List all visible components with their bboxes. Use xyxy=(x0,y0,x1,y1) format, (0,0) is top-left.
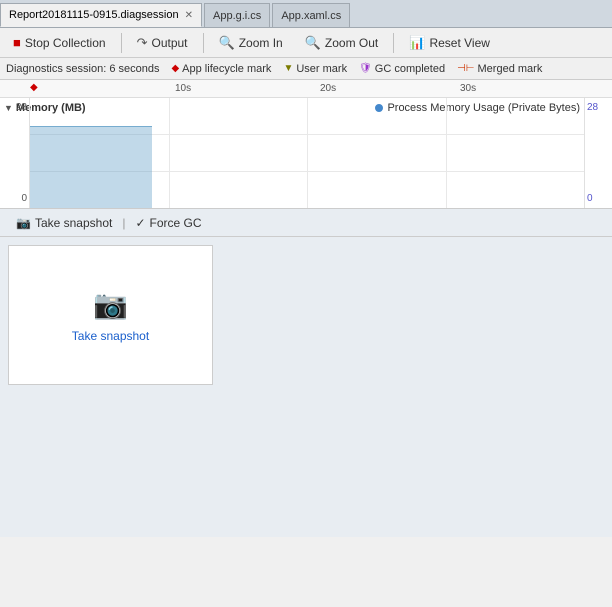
camera-small-icon: 📷 xyxy=(16,216,31,230)
zoom-out-button[interactable]: 🔍 Zoom Out xyxy=(296,31,388,55)
reset-view-icon: 📊 xyxy=(409,35,425,51)
reset-view-button[interactable]: 📊 Reset View xyxy=(400,31,499,55)
timeline-diamond: ◆ xyxy=(30,82,38,93)
reset-view-label: Reset View xyxy=(429,36,489,50)
legend-app-lifecycle: ◆ App lifecycle mark xyxy=(171,63,271,75)
legend-merged-label: Merged mark xyxy=(478,63,543,75)
tab-diagsession[interactable]: Report20181115-0915.diagsession ✕ xyxy=(0,3,202,27)
take-snapshot-toolbar-btn[interactable]: 📷 Take snapshot xyxy=(8,211,120,235)
legend-merged-mark: ⊣⊢ Merged mark xyxy=(457,63,542,75)
zoom-out-label: Zoom Out xyxy=(325,36,378,50)
ruler-10s: 10s xyxy=(175,83,191,94)
toolbar-sep-3 xyxy=(393,33,394,53)
snap-separator: | xyxy=(122,216,125,230)
chart-inner xyxy=(30,98,584,208)
toolbar-sep-2 xyxy=(203,33,204,53)
shield-icon: 🛡 xyxy=(359,63,372,74)
grid-v-1 xyxy=(169,98,170,208)
output-icon: ↷ xyxy=(137,35,148,51)
timeline-ruler: ◆ 10s 20s 30s xyxy=(0,80,612,98)
legend-gc-label: GC completed xyxy=(375,63,445,75)
stop-collection-button[interactable]: ■ Stop Collection xyxy=(4,31,115,55)
y-min-left: 0 xyxy=(2,193,27,204)
y-max-right: 28 xyxy=(587,102,610,113)
zoom-in-label: Zoom In xyxy=(239,36,283,50)
take-snapshot-link[interactable]: Take snapshot xyxy=(72,329,149,343)
ruler-30s: 30s xyxy=(460,83,476,94)
legend-app-lifecycle-label: App lifecycle mark xyxy=(182,63,271,75)
force-gc-label: Force GC xyxy=(150,216,202,230)
status-bar: Diagnostics session: 6 seconds ◆ App lif… xyxy=(0,58,612,80)
toolbar-sep-1 xyxy=(121,33,122,53)
y-min-right: 0 xyxy=(587,193,610,204)
tab-appgi-label: App.g.i.cs xyxy=(213,10,261,22)
y-axis-right: 28 0 xyxy=(584,98,612,208)
tab-bar: Report20181115-0915.diagsession ✕ App.g.… xyxy=(0,0,612,28)
camera-icon: 📷 xyxy=(93,288,128,321)
legend-user-mark-label: User mark xyxy=(296,63,347,75)
stop-icon: ■ xyxy=(13,35,21,50)
chart-section: ◆ 10s 20s 30s ▼ Memory (MB) Process Memo… xyxy=(0,80,612,209)
snapshot-toolbar: 📷 Take snapshot | ✓ Force GC xyxy=(0,209,612,237)
triangle-down-icon: ▼ xyxy=(283,63,293,74)
ruler-20s: 20s xyxy=(320,83,336,94)
tab-appxaml-label: App.xaml.cs xyxy=(281,10,341,22)
force-gc-button[interactable]: ✓ Force GC xyxy=(127,211,209,235)
stop-collection-label: Stop Collection xyxy=(25,36,106,50)
zoom-out-icon: 🔍 xyxy=(305,35,321,51)
legend-gc-completed: 🛡 GC completed xyxy=(359,63,445,75)
take-snapshot-toolbar-label: Take snapshot xyxy=(35,216,112,230)
snapshot-main: 📷 Take snapshot xyxy=(0,237,612,537)
zoom-in-icon: 🔍 xyxy=(219,35,235,51)
tab-close-diagsession[interactable]: ✕ xyxy=(185,10,193,21)
diamond-icon: ◆ xyxy=(171,63,179,74)
zoom-in-button[interactable]: 🔍 Zoom In xyxy=(210,31,292,55)
toolbar: ■ Stop Collection ↷ Output 🔍 Zoom In 🔍 Z… xyxy=(0,28,612,58)
tab-appgi[interactable]: App.g.i.cs xyxy=(204,3,270,27)
snapshot-card[interactable]: 📷 Take snapshot xyxy=(8,245,213,385)
output-button[interactable]: ↷ Output xyxy=(128,31,197,55)
force-gc-icon: ✓ xyxy=(135,216,145,230)
session-info: Diagnostics session: 6 seconds xyxy=(6,63,159,75)
y-max-left: 28 xyxy=(2,102,27,113)
y-axis-left: 28 0 xyxy=(0,98,30,208)
grid-v-2 xyxy=(307,98,308,208)
tab-appxaml[interactable]: App.xaml.cs xyxy=(272,3,350,27)
legend-user-mark: ▼ User mark xyxy=(283,63,347,75)
grid-v-3 xyxy=(446,98,447,208)
tab-diagsession-label: Report20181115-0915.diagsession xyxy=(9,9,179,21)
memory-chart[interactable]: ▼ Memory (MB) Process Memory Usage (Priv… xyxy=(0,98,612,208)
memory-usage-bar xyxy=(30,126,152,209)
output-label: Output xyxy=(151,36,187,50)
merged-icon: ⊣⊢ xyxy=(457,63,474,74)
